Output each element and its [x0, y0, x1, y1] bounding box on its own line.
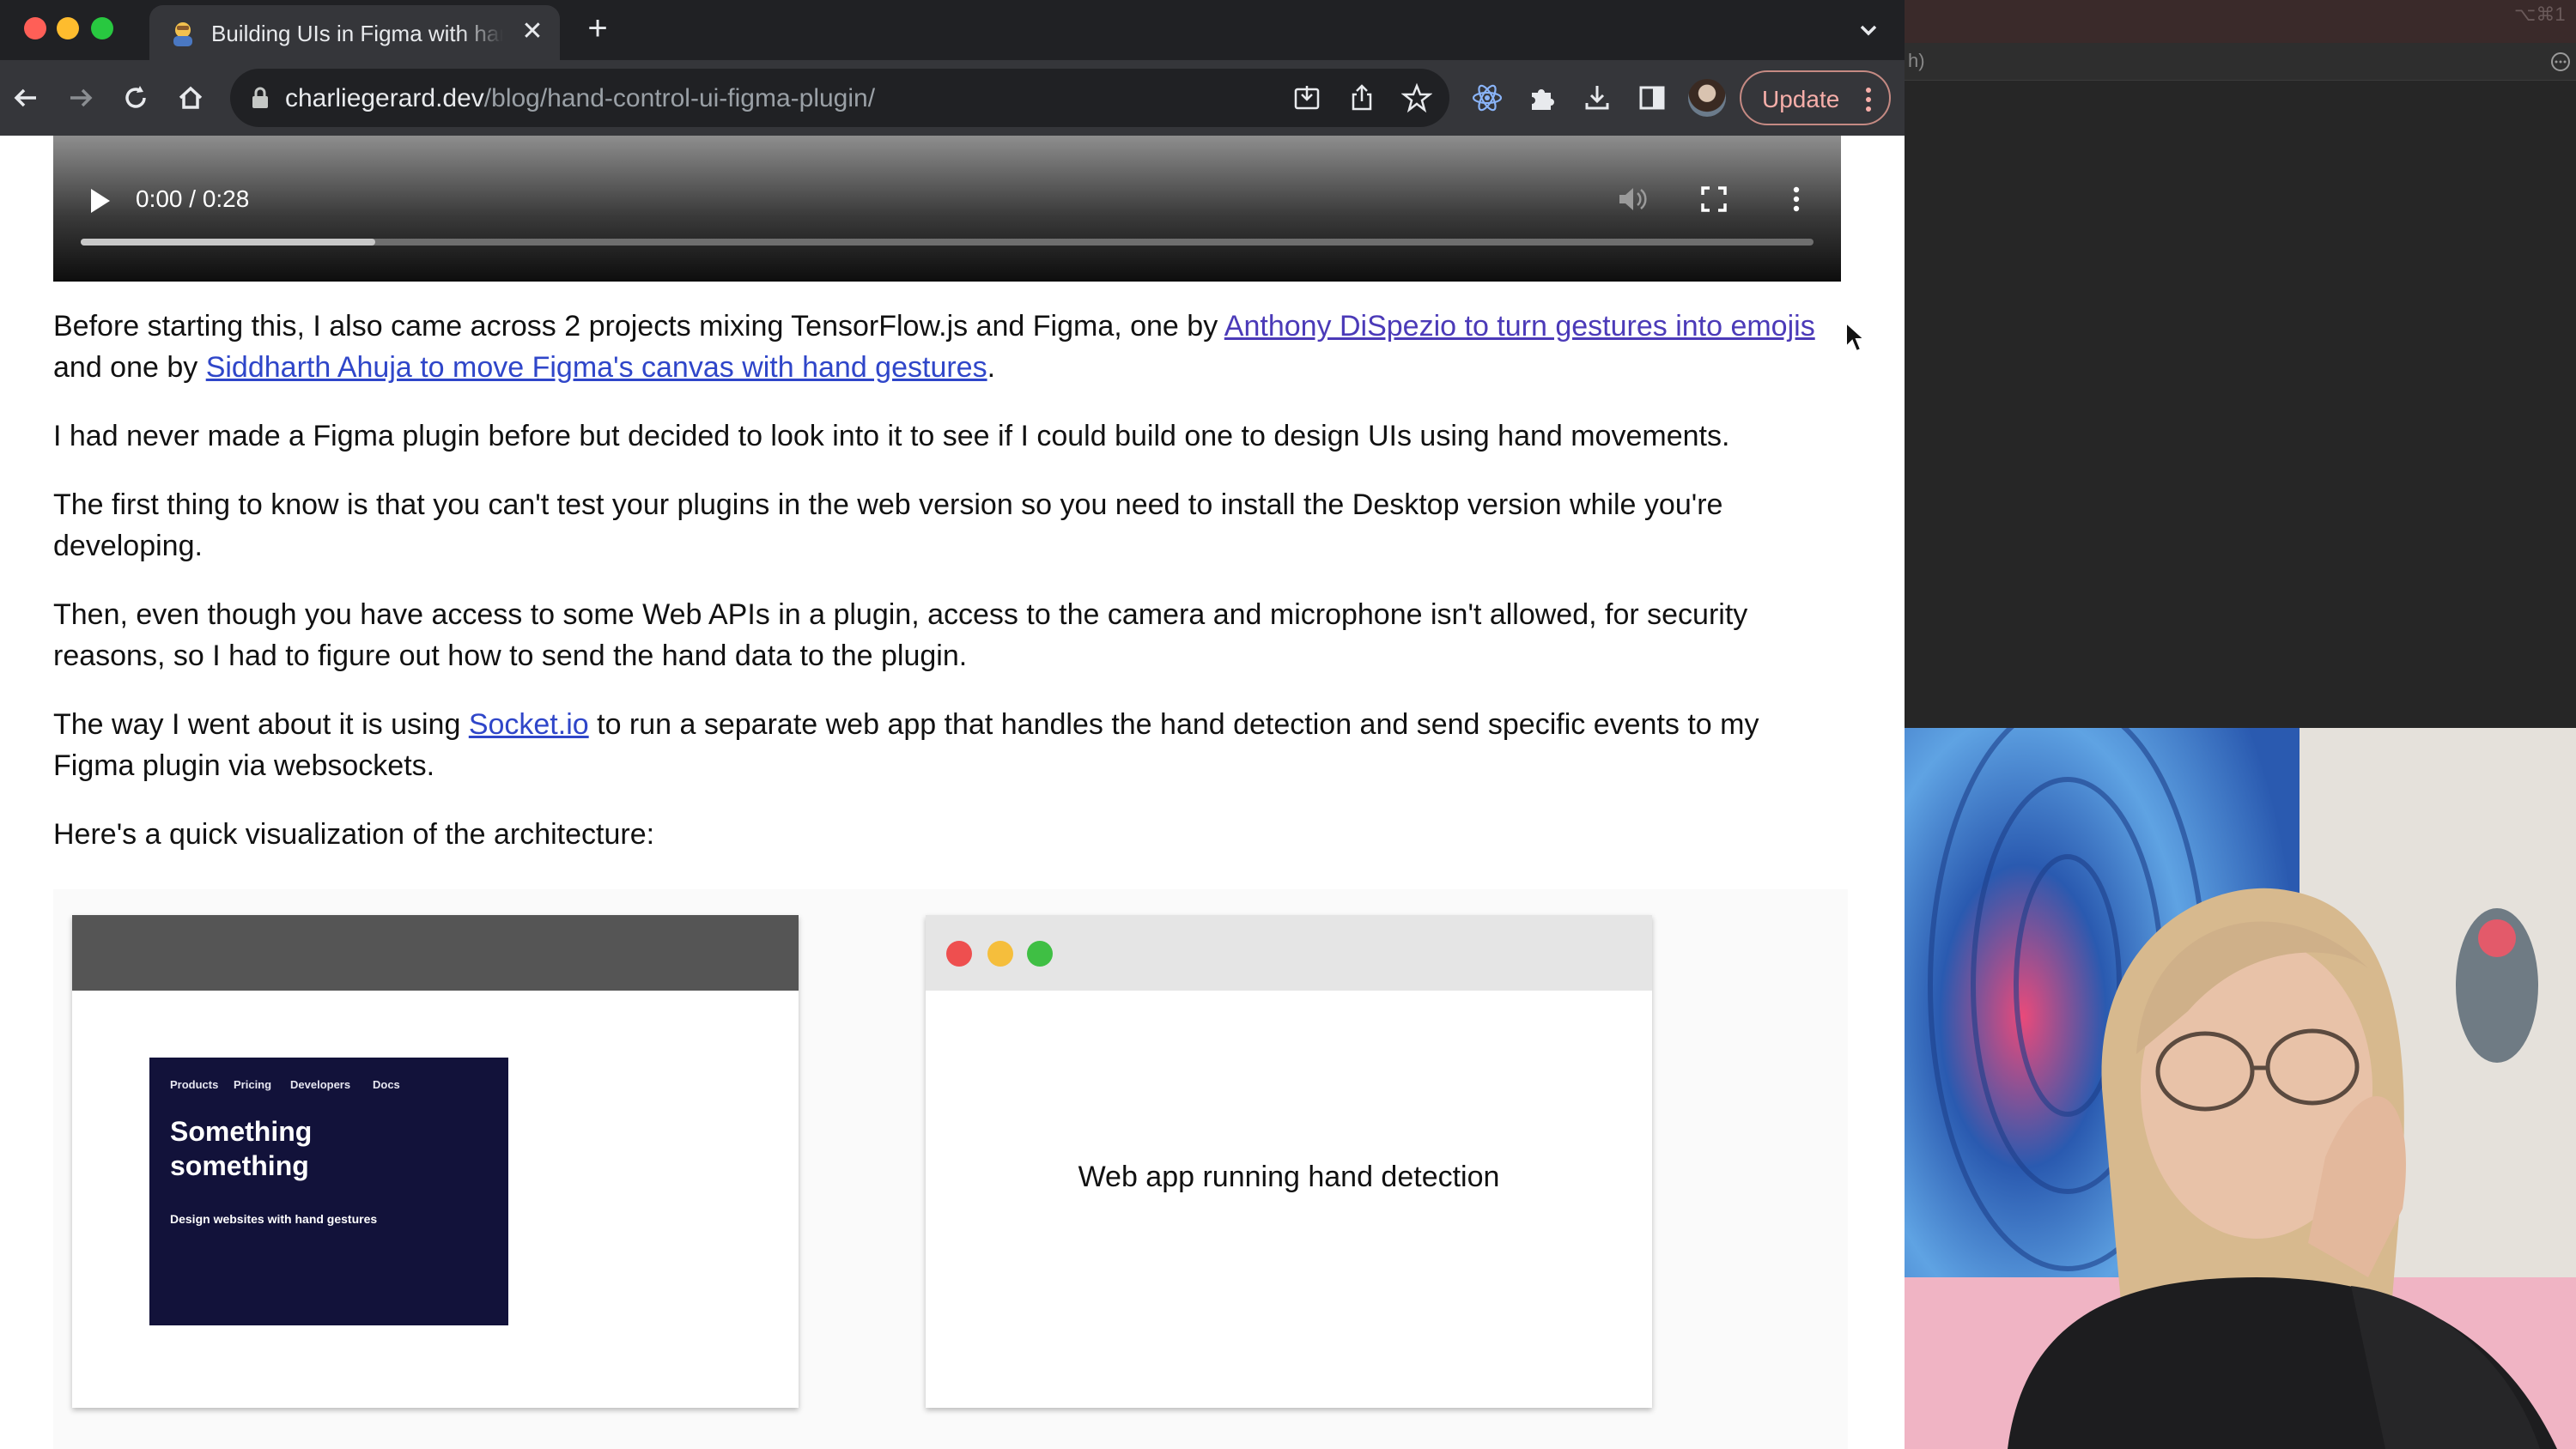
mock-nav-item: Products [170, 1078, 219, 1091]
web-app-label: Web app running hand detection [1078, 1161, 1500, 1193]
web-app-window-titlebar [926, 915, 1652, 991]
mock-nav-item: Developers [290, 1078, 351, 1091]
mock-yellow-dot [987, 941, 1013, 967]
paragraph-1-text-b: and one by [53, 351, 206, 384]
maximize-window-button[interactable] [91, 17, 113, 39]
reload-icon[interactable] [117, 79, 155, 117]
paragraph-1: Before starting this, I also came across… [53, 306, 1848, 388]
url-host: charliegerard.dev [285, 84, 484, 112]
side-panel-search-bar[interactable]: h) [1905, 43, 2576, 81]
tab-title: Building UIs in Figma with hand movement… [211, 21, 503, 46]
home-icon[interactable] [172, 79, 210, 117]
paragraph-4: Then, even though you have access to som… [53, 598, 1748, 672]
mock-green-dot [1027, 941, 1053, 967]
lock-icon[interactable] [251, 86, 270, 110]
webcam-illustration [1905, 728, 2576, 1449]
address-bar[interactable]: charliegerard.dev/blog/hand-control-ui-f… [230, 69, 1449, 127]
update-button-label: Update [1762, 86, 1840, 112]
more-vertical-icon[interactable] [1860, 84, 1877, 115]
mock-site-subheading: Design websites with hand gestures [170, 1212, 378, 1226]
paragraph-5: The way I went about it is using Socket.… [53, 704, 1848, 786]
url-text[interactable]: charliegerard.dev/blog/hand-control-ui-f… [285, 84, 875, 113]
web-page: 0:00 / 0:28 Before starting this, I also… [0, 136, 1905, 1449]
tab-search-chevron-icon[interactable] [1851, 14, 1886, 48]
browser-toolbar: charliegerard.dev/blog/hand-control-ui-f… [0, 60, 1905, 136]
paragraph-5-text-a: The way I went about it is using [53, 708, 469, 741]
web-app-window-mockup: Web app running hand detection [926, 915, 1652, 1408]
tab-active[interactable]: Building UIs in Figma with hand movement… [149, 5, 560, 60]
close-window-button[interactable] [24, 17, 46, 39]
favicon-icon [173, 22, 192, 46]
video-buffered [81, 239, 376, 246]
paragraph-1-text-c: . [987, 351, 996, 384]
video-progress-bar[interactable] [81, 239, 1814, 246]
share-icon[interactable] [1346, 82, 1377, 113]
side-panel-titlebar: ⌥⌘1 [1905, 0, 2576, 43]
profile-avatar[interactable] [1688, 79, 1726, 117]
paragraph-6: Here's a quick visualization of the arch… [53, 818, 655, 851]
video-more-icon[interactable] [1779, 182, 1814, 216]
bookmark-star-icon[interactable] [1401, 82, 1432, 113]
webcam-video-feed [1905, 728, 2576, 1449]
fullscreen-icon[interactable] [1697, 182, 1731, 216]
forward-arrow-icon[interactable] [62, 79, 100, 117]
tab-close-icon[interactable]: ✕ [517, 17, 548, 48]
extensions-puzzle-icon[interactable] [1525, 81, 1559, 115]
new-tab-button[interactable]: + [580, 11, 615, 46]
link-anthony-dispezio[interactable]: Anthony DiSpezio to turn gestures into e… [1224, 310, 1815, 343]
play-icon[interactable] [84, 185, 113, 216]
video-player[interactable]: 0:00 / 0:28 [53, 136, 1841, 282]
link-siddharth-ahuja[interactable]: Siddharth Ahuja to move Figma's canvas w… [206, 351, 987, 384]
browser-window: Building UIs in Figma with hand movement… [0, 0, 1905, 1449]
side-dark-panel: ⌥⌘1 h) [1905, 0, 2576, 728]
mock-nav-item: Docs [373, 1078, 400, 1091]
paragraph-2: I had never made a Figma plugin before b… [53, 420, 1730, 452]
react-devtools-extension-icon[interactable] [1470, 81, 1504, 115]
mock-red-dot [946, 941, 972, 967]
mock-site-heading: Something something [170, 1116, 313, 1181]
minimize-window-button[interactable] [57, 17, 79, 39]
video-time: 0:00 / 0:28 [136, 185, 250, 212]
paragraph-1-text-a: Before starting this, I also came across… [53, 310, 1224, 343]
figma-window-mockup: Products Pricing Developers Docs Somethi… [72, 915, 799, 1408]
figma-window-titlebar [72, 915, 799, 991]
url-path: /blog/hand-control-ui-figma-plugin/ [483, 84, 876, 112]
update-button[interactable]: Update [1740, 70, 1891, 125]
install-app-icon[interactable] [1291, 82, 1322, 113]
mock-nav-item: Pricing [234, 1078, 272, 1091]
link-socket-io[interactable]: Socket.io [469, 708, 589, 741]
back-arrow-icon[interactable] [7, 79, 45, 117]
architecture-diagram: Products Pricing Developers Docs Somethi… [53, 889, 1848, 1449]
keyboard-shortcut-hint: ⌥⌘1 [2514, 3, 2566, 25]
side-panel-search-text: h) [1908, 50, 1925, 71]
downloads-icon[interactable] [1580, 81, 1614, 115]
mock-website-preview: Products Pricing Developers Docs Somethi… [149, 1058, 508, 1325]
volume-icon[interactable] [1614, 182, 1649, 216]
mouse-cursor-icon [1845, 321, 1865, 353]
paragraph-3: The first thing to know is that you can'… [53, 488, 1723, 562]
side-panel-icon[interactable] [1635, 81, 1669, 115]
tab-strip: Building UIs in Figma with hand movement… [0, 0, 1905, 60]
more-circle-icon[interactable] [2550, 52, 2571, 72]
